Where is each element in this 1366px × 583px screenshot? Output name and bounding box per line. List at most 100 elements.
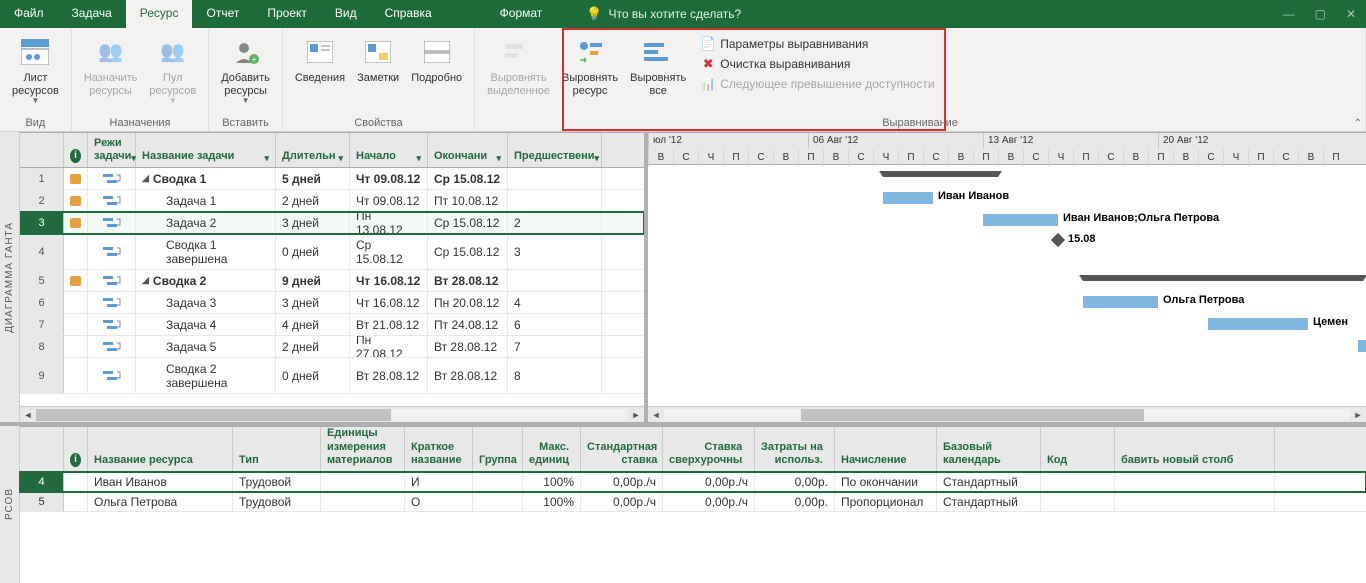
task-hscroll[interactable]: ◄ ►: [20, 406, 644, 422]
mode-cell[interactable]: [88, 190, 136, 211]
gantt-chart[interactable]: юл '1206 Авг '1213 Авг '1220 Авг '12ВСЧП…: [648, 132, 1366, 422]
task-bar[interactable]: [883, 192, 933, 204]
res-group-cell[interactable]: [473, 472, 523, 491]
gantt-hscroll[interactable]: ◄ ►: [648, 406, 1366, 422]
predecessor-cell[interactable]: 3: [508, 234, 602, 269]
row-number[interactable]: 2: [20, 190, 64, 211]
res-std-cell[interactable]: 0,00р./ч: [581, 472, 663, 491]
res-short-cell[interactable]: И: [405, 472, 473, 491]
duration-cell[interactable]: 5 дней: [276, 168, 350, 189]
menu-tab-report[interactable]: Отчет: [192, 0, 253, 28]
duration-cell[interactable]: 2 дней: [276, 336, 350, 357]
col-indicators[interactable]: i: [64, 427, 88, 471]
res-accrue-cell[interactable]: Пропорционал: [835, 492, 937, 511]
row-number[interactable]: 5: [20, 492, 64, 511]
row-number[interactable]: 7: [20, 314, 64, 335]
finish-cell[interactable]: Вт 28.08.12: [428, 270, 508, 291]
menu-tab-project[interactable]: Проект: [253, 0, 321, 28]
res-max-cell[interactable]: 100%: [523, 492, 581, 511]
row-number[interactable]: 9: [20, 358, 64, 393]
gantt-body[interactable]: Иван ИвановИван Иванов;Ольга Петрова15.0…: [648, 165, 1366, 406]
duration-cell[interactable]: 3 дней: [276, 212, 350, 233]
duration-cell[interactable]: 0 дней: [276, 234, 350, 269]
col-res-type[interactable]: Тип: [233, 427, 321, 471]
predecessor-cell[interactable]: 7: [508, 336, 602, 357]
res-cost-cell[interactable]: 0,00р.: [755, 472, 835, 491]
col-finish[interactable]: Окончани▾: [428, 133, 508, 167]
res-code-cell[interactable]: [1041, 492, 1115, 511]
col-res-cost[interactable]: Затраты на использ.: [755, 427, 835, 471]
resource-grid-body[interactable]: 4Иван ИвановТрудовойИ100%0,00р./ч0,00р./…: [20, 472, 1366, 512]
row-number[interactable]: 5: [20, 270, 64, 291]
start-cell[interactable]: Пн 27.08.12: [350, 336, 428, 357]
task-name-cell[interactable]: Задача 2: [136, 212, 276, 233]
finish-cell[interactable]: Ср 15.08.12: [428, 234, 508, 269]
tellme-search[interactable]: 💡 Что вы хотите сделать?: [586, 0, 741, 28]
table-row[interactable]: 2Задача 12 днейЧт 09.08.12Пт 10.08.12: [20, 190, 644, 212]
mode-cell[interactable]: [88, 212, 136, 233]
finish-cell[interactable]: Пт 10.08.12: [428, 190, 508, 211]
res-name-cell[interactable]: Ольга Петрова: [88, 492, 233, 511]
predecessor-cell[interactable]: 8: [508, 358, 602, 393]
scroll-left-button[interactable]: ◄: [648, 410, 664, 420]
task-name-cell[interactable]: Задача 5: [136, 336, 276, 357]
res-unit-cell[interactable]: [321, 492, 405, 511]
res-add-cell[interactable]: [1115, 492, 1275, 511]
table-row[interactable]: 5◢Сводка 29 днейЧт 16.08.12Вт 28.08.12: [20, 270, 644, 292]
minimize-button[interactable]: —: [1273, 7, 1305, 21]
col-indicators[interactable]: i: [64, 133, 88, 167]
task-bar[interactable]: [983, 214, 1058, 226]
task-bar[interactable]: [1208, 318, 1308, 330]
col-start[interactable]: Начало▾: [350, 133, 428, 167]
col-mode[interactable]: Режи задачи▾: [88, 133, 136, 167]
summary-bar[interactable]: [1083, 275, 1363, 281]
start-cell[interactable]: Вт 28.08.12: [350, 358, 428, 393]
col-res-short[interactable]: Краткое название: [405, 427, 473, 471]
mode-cell[interactable]: [88, 234, 136, 269]
task-name-cell[interactable]: Задача 1: [136, 190, 276, 211]
row-number[interactable]: 4: [20, 234, 64, 269]
col-res-ovt[interactable]: Ставка сверхурочны: [663, 427, 755, 471]
start-cell[interactable]: Ср 15.08.12: [350, 234, 428, 269]
start-cell[interactable]: Чт 09.08.12: [350, 190, 428, 211]
col-res-accrue[interactable]: Начисление: [835, 427, 937, 471]
task-name-cell[interactable]: ◢Сводка 2: [136, 270, 276, 291]
leveling-options-button[interactable]: 📄 Параметры выравнивания: [696, 36, 938, 54]
row-number[interactable]: 4: [20, 472, 64, 491]
scroll-right-button[interactable]: ►: [628, 410, 644, 420]
row-number[interactable]: 6: [20, 292, 64, 313]
predecessor-cell[interactable]: [508, 190, 602, 211]
col-res-max[interactable]: Макс. единиц: [523, 427, 581, 471]
res-ovt-cell[interactable]: 0,00р./ч: [663, 492, 755, 511]
close-button[interactable]: ✕: [1336, 7, 1366, 21]
res-group-cell[interactable]: [473, 492, 523, 511]
res-unit-cell[interactable]: [321, 472, 405, 491]
res-std-cell[interactable]: 0,00р./ч: [581, 492, 663, 511]
task-name-cell[interactable]: ◢Сводка 1: [136, 168, 276, 189]
col-duration[interactable]: Длительн▾: [276, 133, 350, 167]
res-cost-cell[interactable]: 0,00р.: [755, 492, 835, 511]
res-name-cell[interactable]: Иван Иванов: [88, 472, 233, 491]
start-cell[interactable]: Чт 16.08.12: [350, 270, 428, 291]
menu-tab-resource[interactable]: Ресурс: [126, 0, 193, 28]
menu-tab-view[interactable]: Вид: [321, 0, 371, 28]
start-cell[interactable]: Вт 21.08.12: [350, 314, 428, 335]
menu-tab-format[interactable]: Формат: [486, 0, 557, 28]
col-res-code[interactable]: Код: [1041, 427, 1115, 471]
finish-cell[interactable]: Вт 28.08.12: [428, 358, 508, 393]
finish-cell[interactable]: Ср 15.08.12: [428, 168, 508, 189]
res-ovt-cell[interactable]: 0,00р./ч: [663, 472, 755, 491]
notes-button[interactable]: Заметки: [351, 32, 405, 87]
col-res-unit[interactable]: Единицы измерения материалов: [321, 427, 405, 471]
col-res-std[interactable]: Стандартная ставка: [581, 427, 663, 471]
table-row[interactable]: 1◢Сводка 15 днейЧт 09.08.12Ср 15.08.12: [20, 168, 644, 190]
clear-leveling-button[interactable]: ✖ Очистка выравнивания: [696, 56, 938, 74]
table-row[interactable]: 9Сводка 2 завершена0 днейВт 28.08.12Вт 2…: [20, 358, 644, 394]
predecessor-cell[interactable]: 2: [508, 212, 602, 233]
table-row[interactable]: 4Сводка 1 завершена0 днейСр 15.08.12Ср 1…: [20, 234, 644, 270]
mode-cell[interactable]: [88, 314, 136, 335]
table-row[interactable]: 5Ольга ПетроваТрудовойО100%0,00р./ч0,00р…: [20, 492, 1366, 512]
finish-cell[interactable]: Пн 20.08.12: [428, 292, 508, 313]
details-button[interactable]: Подробно: [405, 32, 468, 87]
table-row[interactable]: 6Задача 33 днейЧт 16.08.12Пн 20.08.124: [20, 292, 644, 314]
